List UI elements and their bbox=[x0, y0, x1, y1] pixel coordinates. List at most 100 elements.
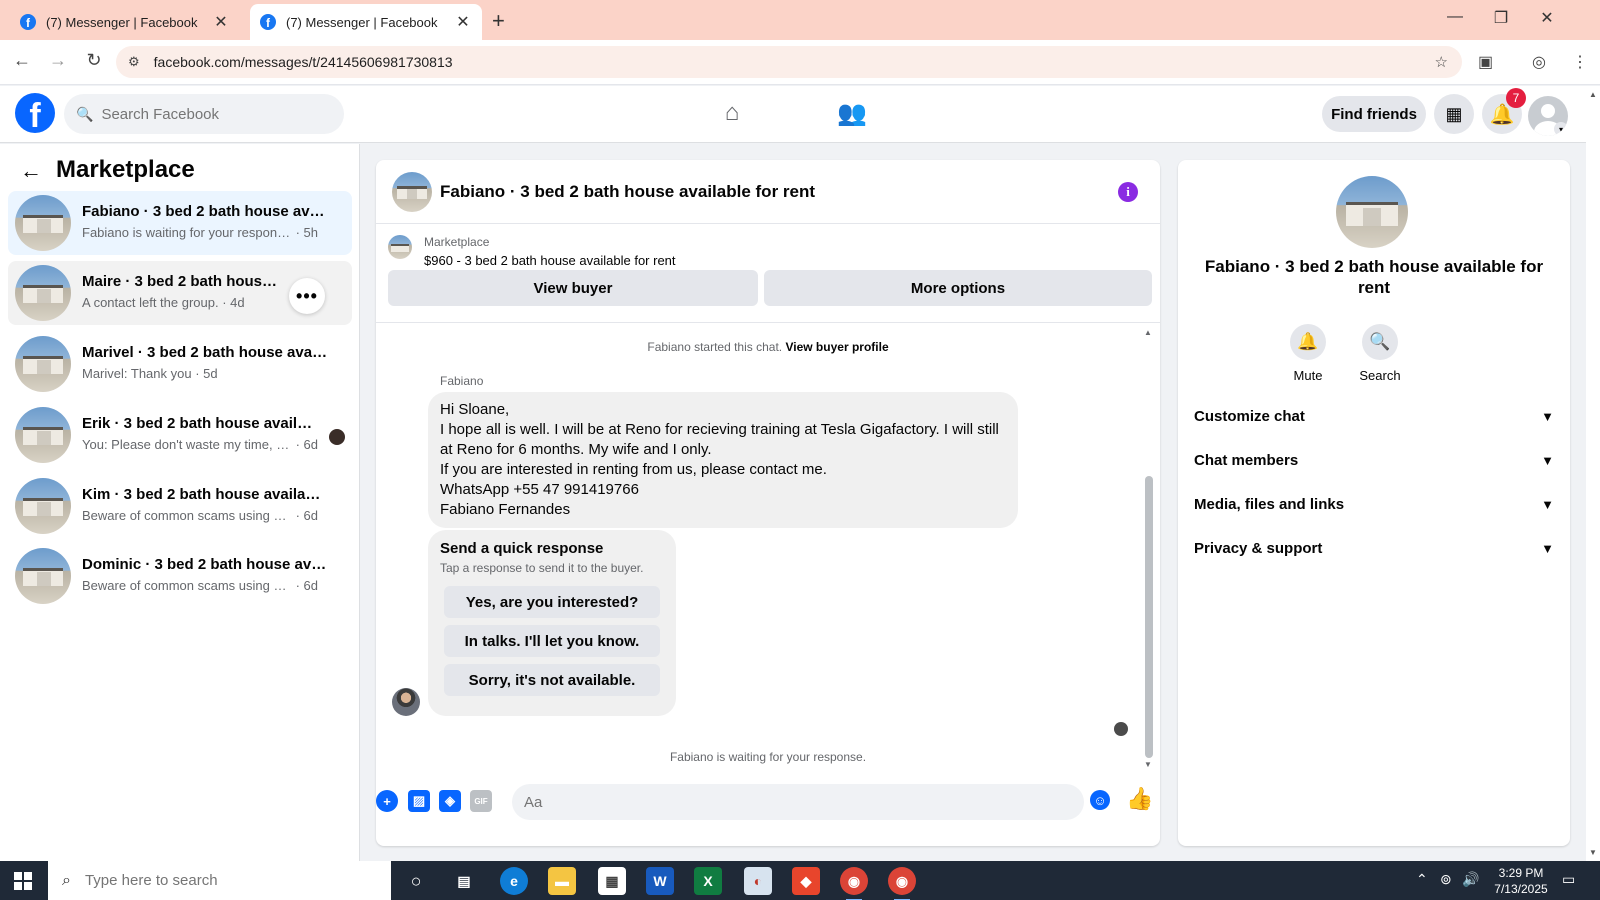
close-tab-icon[interactable]: ✕ bbox=[454, 12, 472, 32]
forward-arrow-icon[interactable]: → bbox=[46, 50, 70, 71]
new-tab-button[interactable]: + bbox=[492, 8, 505, 34]
scroll-down-arrow-icon[interactable]: ▼ bbox=[1589, 848, 1597, 857]
more-options-dots-icon[interactable]: ••• bbox=[289, 278, 325, 314]
conversation-snippet: Fabiano is waiting for your response. · … bbox=[82, 225, 319, 240]
mute-action[interactable]: 🔔 Mute bbox=[1278, 324, 1338, 383]
profile-icon[interactable]: ◎ bbox=[1532, 52, 1546, 72]
file-explorer-icon[interactable]: ▬ bbox=[548, 867, 576, 895]
close-window-button[interactable]: ✕ bbox=[1524, 8, 1570, 28]
account-avatar[interactable]: ▾ bbox=[1528, 96, 1568, 136]
conversation-item[interactable]: Marivel · 3 bed 2 bath house available f… bbox=[8, 332, 352, 396]
message-scrollbar[interactable]: ▲ ▼ bbox=[1144, 328, 1154, 770]
incoming-message-bubble: Hi Sloane, I hope all is well. I will be… bbox=[428, 392, 1018, 528]
show-hidden-icons-chevron-icon[interactable]: ⌃ bbox=[1416, 871, 1428, 888]
conversation-item[interactable]: Dominic · 3 bed 2 bath house available f… bbox=[8, 544, 352, 608]
taskbar-search[interactable]: ⌕ bbox=[48, 861, 391, 900]
thumbs-up-icon[interactable]: 👍 bbox=[1126, 786, 1153, 812]
facebook-logo-icon[interactable]: f bbox=[15, 93, 55, 133]
emoji-icon[interactable]: ☺ bbox=[1090, 790, 1110, 810]
quick-response-in-talks-button[interactable]: In talks. I'll let you know. bbox=[444, 625, 660, 657]
media-files-links-section[interactable]: Media, files and links ▼ bbox=[1192, 484, 1556, 524]
customize-chat-section[interactable]: Customize chat ▼ bbox=[1192, 396, 1556, 436]
minimize-window-button[interactable]: — bbox=[1432, 8, 1478, 26]
home-icon[interactable]: ⌂ bbox=[712, 96, 752, 130]
chat-panel: Fabiano · 3 bed 2 bath house available f… bbox=[376, 160, 1160, 846]
info-icon[interactable]: i bbox=[1118, 182, 1138, 202]
bookmark-star-icon[interactable]: ☆ bbox=[1435, 53, 1448, 71]
scrollbar-thumb[interactable] bbox=[1145, 476, 1153, 758]
message-input-box[interactable] bbox=[512, 784, 1084, 820]
quick-response-not-available-button[interactable]: Sorry, it's not available. bbox=[444, 664, 660, 696]
scroll-up-arrow-icon[interactable]: ▲ bbox=[1144, 328, 1152, 337]
listing-house-thumbnail bbox=[15, 336, 71, 392]
find-friends-button[interactable]: Find friends bbox=[1322, 96, 1426, 132]
listing-house-thumbnail[interactable] bbox=[392, 172, 432, 212]
notification-count-badge: 7 bbox=[1506, 88, 1526, 108]
word-icon[interactable]: W bbox=[646, 867, 674, 895]
attach-photo-icon[interactable]: ▨ bbox=[408, 790, 430, 812]
mute-label: Mute bbox=[1293, 368, 1323, 383]
chat-header: Fabiano · 3 bed 2 bath house available f… bbox=[376, 160, 1160, 224]
listing-price-title[interactable]: $960 - 3 bed 2 bath house available for … bbox=[424, 253, 676, 268]
conversation-item[interactable]: Erik · 3 bed 2 bath house available for … bbox=[8, 403, 352, 467]
chat-members-section[interactable]: Chat members ▼ bbox=[1192, 440, 1556, 480]
gif-icon[interactable]: GIF bbox=[470, 790, 492, 812]
edge-browser-icon[interactable]: e bbox=[500, 867, 528, 895]
search-icon[interactable]: 🔍 bbox=[1362, 324, 1398, 360]
task-view-icon[interactable]: ▤ bbox=[450, 867, 478, 895]
chrome-icon[interactable]: ◉ bbox=[840, 867, 868, 900]
back-arrow-icon[interactable]: ← bbox=[20, 158, 42, 184]
browser-tab[interactable]: f (7) Messenger | Facebook ✕ bbox=[10, 4, 240, 40]
message-input[interactable] bbox=[524, 793, 1024, 811]
search-action[interactable]: 🔍 Search bbox=[1350, 324, 1410, 383]
quick-response-yes-button[interactable]: Yes, are you interested? bbox=[444, 586, 660, 618]
listing-house-thumbnail bbox=[15, 548, 71, 604]
windows-start-icon[interactable] bbox=[14, 872, 32, 890]
scroll-up-arrow-icon[interactable]: ▲ bbox=[1589, 90, 1597, 99]
facebook-header: f 🔍 ⌂ 👥 Find friends ▦ 🔔 7 ▾ bbox=[0, 86, 1586, 143]
friends-icon[interactable]: 👥 bbox=[832, 96, 872, 130]
view-buyer-button[interactable]: View buyer bbox=[388, 270, 758, 306]
page-scrollbar[interactable]: ▲ ▼ bbox=[1586, 86, 1600, 861]
chat-title[interactable]: Fabiano · 3 bed 2 bath house available f… bbox=[440, 182, 815, 202]
close-tab-icon[interactable]: ✕ bbox=[212, 12, 230, 32]
network-icon[interactable]: ⊚ bbox=[1440, 871, 1452, 888]
sticker-icon[interactable]: ◈ bbox=[439, 790, 461, 812]
facebook-search-input[interactable] bbox=[101, 105, 322, 123]
scroll-down-arrow-icon[interactable]: ▼ bbox=[1144, 760, 1152, 769]
paint-icon[interactable]: ◐ bbox=[744, 867, 772, 895]
browser-tab-active[interactable]: f (7) Messenger | Facebook ✕ bbox=[250, 4, 482, 40]
taskbar-search-input[interactable] bbox=[84, 872, 365, 889]
view-buyer-profile-link[interactable]: View buyer profile bbox=[785, 340, 888, 354]
excel-icon[interactable]: X bbox=[694, 867, 722, 895]
conversation-item[interactable]: Kim · 3 bed 2 bath house available for r… bbox=[8, 474, 352, 538]
address-bar[interactable]: ⚙ facebook.com/messages/t/24145606981730… bbox=[116, 46, 1462, 78]
chevron-down-icon: ▼ bbox=[1541, 408, 1554, 424]
app-icon[interactable]: ◆ bbox=[792, 867, 820, 895]
restore-window-button[interactable]: ❐ bbox=[1478, 8, 1524, 28]
conversation-item[interactable]: Fabiano · 3 bed 2 bath house available f… bbox=[8, 191, 352, 255]
notification-center-icon[interactable]: ▭ bbox=[1562, 871, 1575, 888]
volume-icon[interactable]: 🔊 bbox=[1462, 871, 1479, 888]
menu-grid-icon[interactable]: ▦ bbox=[1434, 94, 1474, 134]
reload-icon[interactable]: ↻ bbox=[82, 50, 106, 71]
privacy-support-section[interactable]: Privacy & support ▼ bbox=[1192, 528, 1556, 568]
browser-menu-icon[interactable]: ⋮ bbox=[1572, 52, 1588, 72]
microsoft-store-icon[interactable]: ▦ bbox=[598, 867, 626, 895]
facebook-search[interactable]: 🔍 bbox=[64, 94, 344, 134]
bell-icon[interactable]: 🔔 bbox=[1290, 324, 1326, 360]
sender-avatar[interactable] bbox=[392, 688, 420, 716]
back-arrow-icon[interactable]: ← bbox=[10, 50, 34, 71]
cortana-icon[interactable]: ○ bbox=[402, 867, 430, 895]
search-icon: 🔍 bbox=[76, 105, 94, 122]
plus-actions-icon[interactable]: + bbox=[376, 790, 398, 812]
conversation-item[interactable]: Maire · 3 bed 2 bath house available for… bbox=[8, 261, 352, 325]
chrome-profile-icon[interactable]: ◉ bbox=[888, 867, 916, 900]
chevron-down-icon: ▼ bbox=[1541, 496, 1554, 512]
site-info-icon[interactable]: ⚙ bbox=[128, 54, 140, 70]
sidebar-title: Marketplace bbox=[56, 156, 195, 183]
more-options-button[interactable]: More options bbox=[764, 270, 1152, 306]
message-line: WhatsApp +55 47 991419766 bbox=[440, 481, 639, 498]
tab-search-icon[interactable]: ▣ bbox=[1478, 52, 1493, 72]
taskbar-clock[interactable]: 3:29 PM 7/13/2025 bbox=[1486, 865, 1556, 897]
